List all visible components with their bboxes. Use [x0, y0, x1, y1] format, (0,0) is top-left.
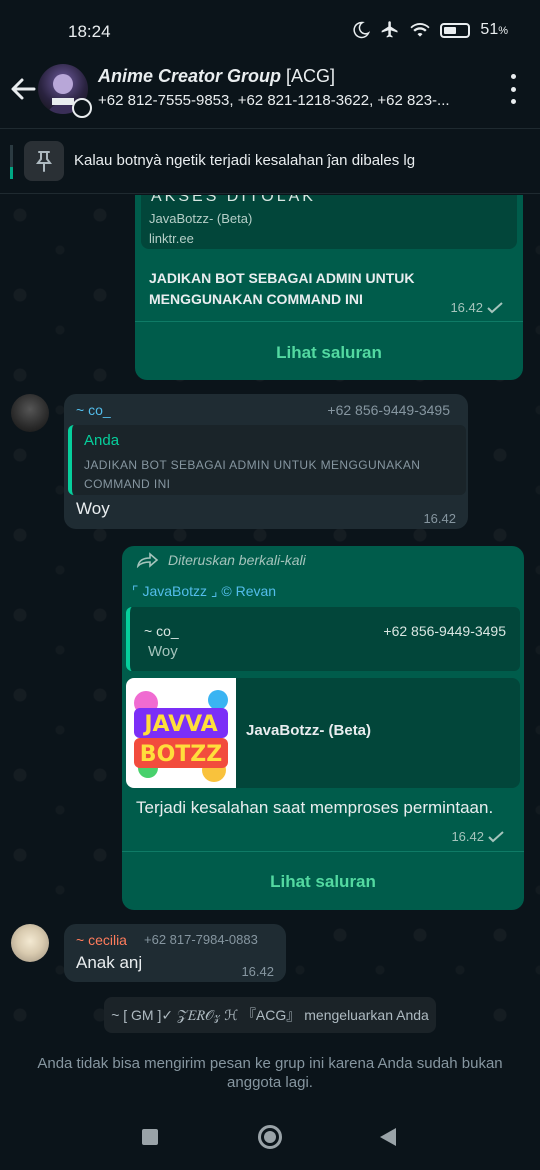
- quote-line: COMMAND INI: [84, 477, 171, 491]
- message-time: 16.42: [450, 300, 483, 315]
- quote-sender: ~ co_: [144, 623, 179, 639]
- preview-thumbnail: JAVVA BOTZZ: [126, 678, 236, 788]
- nav-back-icon[interactable]: [380, 1128, 396, 1146]
- system-action: mengeluarkan Anda: [304, 1007, 429, 1023]
- message-bubble[interactable]: AKSES DITOLAK JavaBotzz- (Beta) linktr.e…: [135, 195, 523, 380]
- sender-phone: +62 817-7984-0883: [144, 932, 258, 947]
- status-time: 18:24: [68, 22, 111, 41]
- avatar[interactable]: [11, 924, 49, 962]
- group-title[interactable]: Anime Creator Group [ACG]: [98, 66, 335, 87]
- chat-area[interactable]: AKSES DITOLAK JavaBotzz- (Beta) linktr.e…: [0, 195, 540, 1040]
- forward-double-icon: [136, 552, 159, 568]
- quote-phone: +62 856-9449-3495: [383, 623, 506, 639]
- recents-icon[interactable]: [142, 1129, 158, 1145]
- group-tag: [ACG]: [286, 66, 336, 86]
- link-preview-card[interactable]: AKSES DITOLAK JavaBotzz- (Beta) linktr.e…: [141, 195, 517, 249]
- message-time: 16.42: [241, 964, 274, 979]
- sender-phone: +62 856-9449-3495: [327, 402, 450, 418]
- chat-header: Anime Creator Group [ACG] +62 812-7555-9…: [0, 58, 540, 126]
- moon-icon: [353, 21, 371, 39]
- forwarded-text: Diteruskan berkali-kali: [168, 552, 306, 568]
- divider: [135, 321, 523, 322]
- quote-line: JADIKAN BOT SEBAGAI ADMIN UNTUK MENGGUNA…: [84, 458, 421, 472]
- message-text: Woy: [76, 499, 110, 518]
- message-line: JADIKAN BOT SEBAGAI ADMIN UNTUK: [149, 270, 415, 286]
- battery-level: [444, 26, 456, 34]
- message-time: 16.42: [451, 829, 484, 844]
- message-bubble[interactable]: ~ cecilia +62 817-7984-0883 Anak anj 16.…: [64, 924, 286, 982]
- back-arrow-icon[interactable]: [8, 72, 38, 106]
- pin-icon: [24, 141, 64, 181]
- quote-author: Anda: [84, 432, 120, 449]
- status-icons: 51%: [352, 20, 508, 40]
- removed-notice: Anda tidak bisa mengirim pesan ke grup i…: [0, 1040, 540, 1100]
- system-notice: ~ [ GM ]✓ 𝒵𝐸𝑅𝒪𝓏 ℋ 『ACG』 mengeluarkan And…: [104, 997, 436, 1033]
- pinned-text: Kalau botnyà ngetik terjadi kesalahan ĵa…: [74, 152, 416, 169]
- link-preview-card[interactable]: JAVVA BOTZZ JavaBotzz- (Beta): [126, 678, 520, 788]
- message-meta: 16.42: [450, 300, 503, 315]
- message-bubble[interactable]: ~ co_ +62 856-9449-3495 Anda JADIKAN BOT…: [64, 394, 468, 529]
- message-text: Terjadi kesalahan saat memproses permint…: [136, 798, 494, 817]
- channel-tag[interactable]: ⌜ JavaBotzz ⌟ © Revan: [132, 583, 276, 600]
- group-name: Anime Creator Group: [98, 66, 282, 86]
- sender-name[interactable]: ~ cecilia: [76, 932, 127, 948]
- message-meta: 16.42: [451, 829, 504, 844]
- status-ring-icon: [72, 98, 92, 118]
- preview-link: linktr.ee: [149, 231, 194, 246]
- quote-text: JADIKAN BOT SEBAGAI ADMIN UNTUK MENGGUNA…: [84, 456, 420, 494]
- quoted-message[interactable]: Anda JADIKAN BOT SEBAGAI ADMIN UNTUK MEN…: [68, 425, 466, 495]
- svg-text:JAVVA: JAVVA: [142, 712, 217, 737]
- javabotz-logo: JAVVA BOTZZ: [134, 690, 228, 782]
- message-text: Anak anj: [76, 953, 143, 972]
- airplane-icon: [382, 21, 398, 38]
- sent-check-icon: [488, 830, 504, 842]
- more-options-icon[interactable]: [508, 74, 518, 104]
- message-bubble[interactable]: Diteruskan berkali-kali ⌜ JavaBotzz ⌟ © …: [122, 546, 524, 910]
- system-nav-bar: [0, 1100, 540, 1170]
- message-text: JADIKAN BOT SEBAGAI ADMIN UNTUK MENGGUNA…: [149, 268, 414, 310]
- forwarded-label: Diteruskan berkali-kali: [136, 552, 306, 568]
- preview-title: AKSES DITOLAK: [151, 195, 316, 205]
- status-bar: 18:24 51%: [0, 0, 540, 58]
- message-line: MENGGUNAKAN COMMAND INI: [149, 291, 363, 307]
- pinned-indicator: [10, 145, 13, 179]
- message-time: 16.42: [423, 511, 456, 526]
- quote-text: Woy: [148, 643, 178, 660]
- pinned-message-bar[interactable]: Kalau botnyà ngetik terjadi kesalahan ĵa…: [0, 128, 540, 194]
- system-actor: ~ [ GM ]✓ 𝒵𝐸𝑅𝒪𝓏 ℋ 『ACG』: [111, 1007, 301, 1023]
- group-participants[interactable]: +62 812-7555-9853, +62 821-1218-3622, +6…: [98, 92, 490, 109]
- home-icon[interactable]: [258, 1125, 282, 1149]
- wifi-icon: [410, 23, 431, 37]
- sent-check-icon: [487, 301, 503, 313]
- sender-name[interactable]: ~ co_: [76, 402, 111, 418]
- preview-channel: JavaBotzz- (Beta): [149, 211, 253, 226]
- svg-text:BOTZZ: BOTZZ: [140, 742, 222, 767]
- view-channel-button[interactable]: Lihat saluran: [122, 872, 524, 892]
- battery-percent: 51%: [480, 21, 508, 38]
- quoted-message[interactable]: ~ co_ +62 856-9449-3495 Woy: [126, 607, 520, 671]
- preview-title: JavaBotzz- (Beta): [246, 722, 372, 739]
- view-channel-button[interactable]: Lihat saluran: [135, 343, 523, 363]
- avatar[interactable]: [11, 394, 49, 432]
- divider: [122, 851, 524, 852]
- battery-icon: [440, 22, 471, 38]
